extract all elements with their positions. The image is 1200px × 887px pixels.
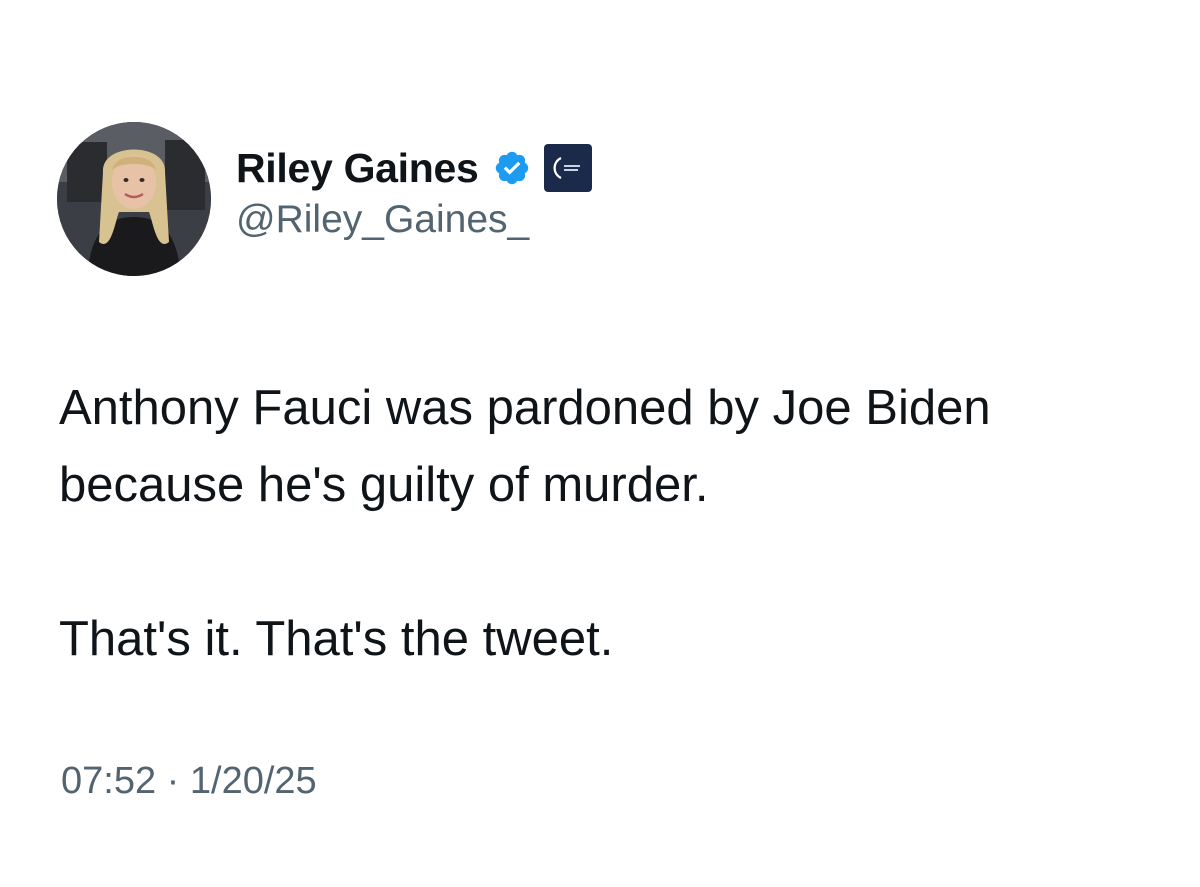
tweet-card: Riley Gaines @Riley_Gaines_ Anthony Fauc… [0, 0, 1200, 887]
profile-photo-icon [57, 122, 211, 276]
tweet-text-line: That's it. That's the tweet. [59, 612, 614, 666]
tweet-time[interactable]: 07:52 [61, 760, 156, 802]
tweet-text: Anthony Fauci was pardoned by Joe Biden … [59, 370, 1169, 678]
tweet-date[interactable]: 1/20/25 [190, 760, 317, 802]
name-row: Riley Gaines [236, 140, 593, 196]
timestamp-separator: · [166, 760, 180, 802]
tweet-text-line: because he's guilty of murder. [59, 458, 709, 512]
author-handle[interactable]: @Riley_Gaines_ [236, 198, 593, 242]
author-info: Riley Gaines @Riley_Gaines_ [236, 140, 593, 242]
tweet-timestamp: 07:52 · 1/20/25 [61, 760, 317, 803]
display-name[interactable]: Riley Gaines [236, 145, 479, 192]
verified-badge-icon[interactable] [493, 149, 531, 187]
tweet-text-line: Anthony Fauci was pardoned by Joe Biden [59, 381, 991, 435]
affiliate-badge-icon[interactable] [543, 143, 593, 193]
avatar[interactable] [57, 122, 211, 276]
